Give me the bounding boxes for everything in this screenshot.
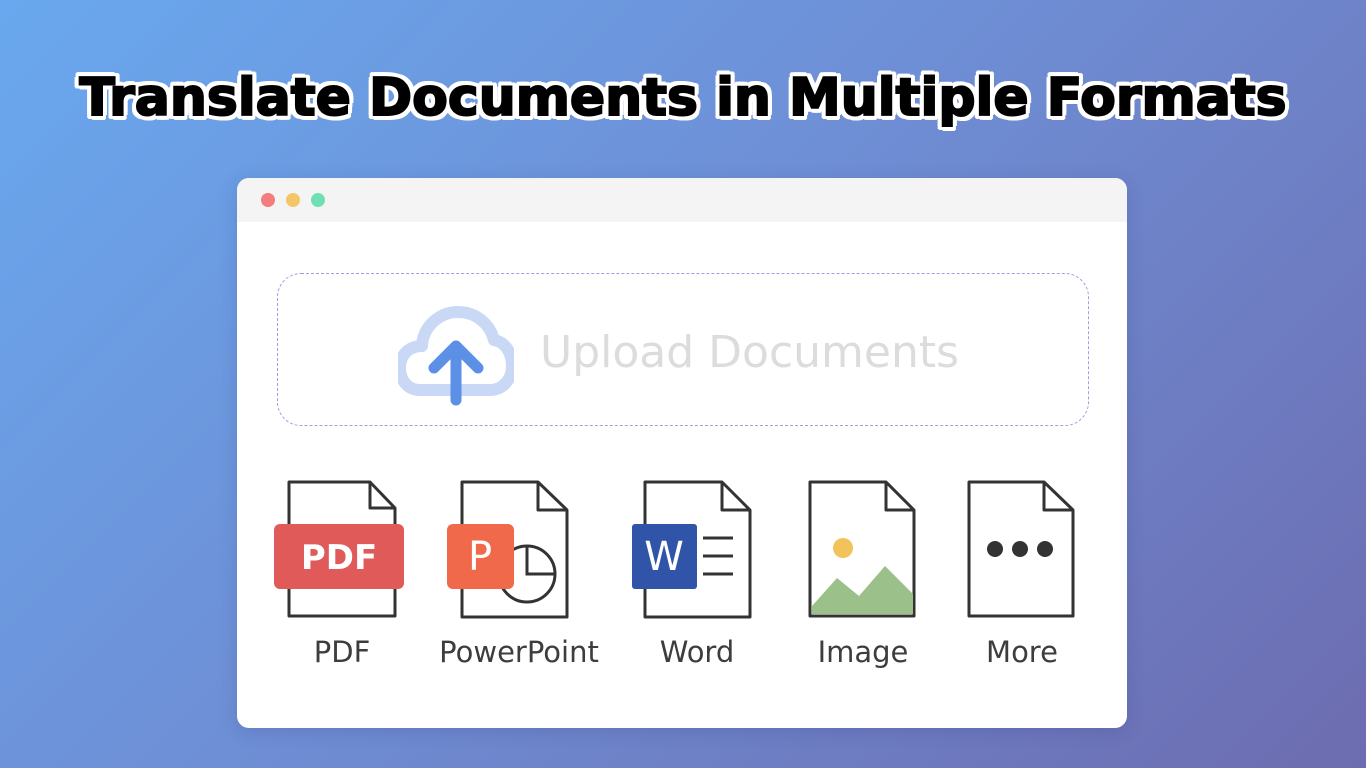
word-badge-text: W [644,534,684,580]
format-label-powerpoint: PowerPoint [439,635,599,669]
pdf-file-icon: PDF [274,480,404,618]
format-label-word: Word [659,635,735,669]
format-more[interactable]: More [932,478,1112,678]
more-file-icon [967,480,1075,618]
window-close-button[interactable] [261,193,275,207]
format-label-more: More [986,635,1058,669]
window-titlebar [237,178,1127,222]
format-pdf[interactable]: PDF PDF [252,478,432,678]
upload-dropzone[interactable]: Upload Documents [277,273,1089,426]
format-image[interactable]: Image [773,478,953,678]
powerpoint-file-icon: P [447,480,569,619]
window-maximize-button[interactable] [311,193,325,207]
upload-label: Upload Documents [540,327,960,378]
cloud-upload-icon [398,306,514,406]
word-file-icon: W [632,480,752,619]
format-label-pdf: PDF [313,635,371,669]
powerpoint-badge-text: P [468,534,492,580]
image-file-icon [808,480,916,618]
window-minimize-button[interactable] [286,193,300,207]
format-label-image: Image [817,635,909,669]
app-window: Upload Documents PDF PDF P PowerPoint W … [237,178,1127,728]
format-word[interactable]: W Word [607,478,787,678]
format-powerpoint[interactable]: P PowerPoint [429,478,609,678]
pdf-badge-text: PDF [301,538,377,578]
page-headline: Translate Documents in Multiple Formats [78,67,1287,129]
